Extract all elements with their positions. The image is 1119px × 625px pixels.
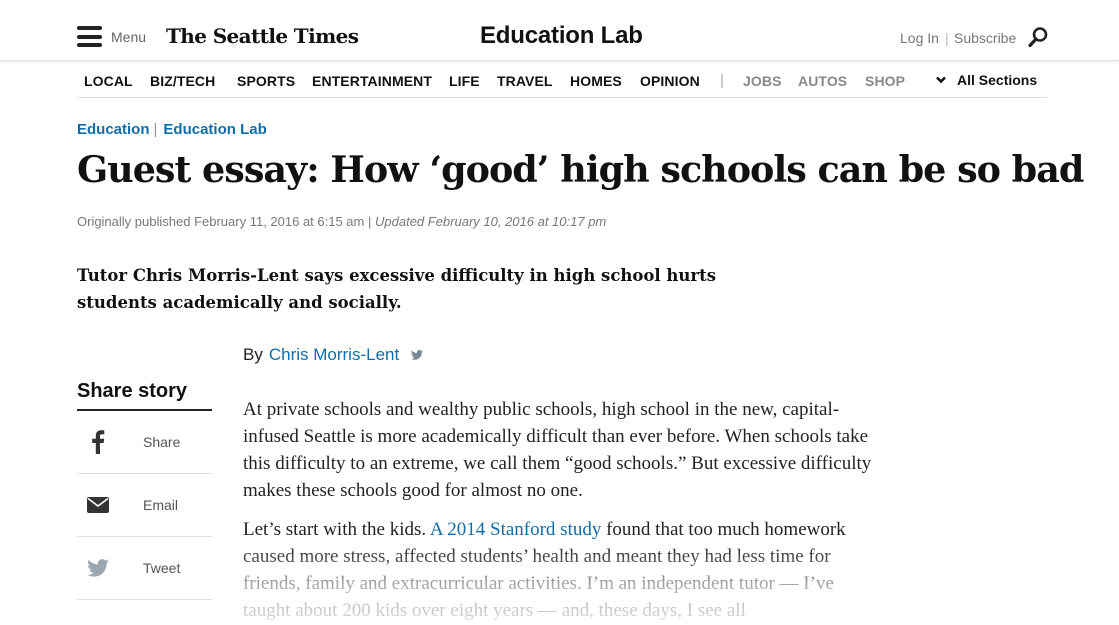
section-nav: LOCAL BIZ/TECH SPORTS ENTERTAINMENT LIFE…: [77, 62, 1047, 98]
updated-date: Updated February 10, 2016 at 10:17 pm: [375, 214, 607, 229]
seattle-times-logo[interactable]: The Seattle Times: [166, 24, 359, 48]
breadcrumb-education[interactable]: Education: [77, 121, 150, 138]
published-date: Originally published February 11, 2016 a…: [77, 214, 365, 229]
all-sections-label: All Sections: [957, 72, 1038, 88]
all-sections-button[interactable]: All Sections: [935, 72, 1037, 88]
share-twitter-label: Tweet: [143, 560, 181, 576]
menu-label: Menu: [111, 28, 147, 45]
share-facebook-label: Share: [143, 434, 181, 450]
nav-item-autos[interactable]: AUTOS: [798, 73, 847, 89]
byline-prefix: By: [243, 345, 263, 364]
nav-item-sports[interactable]: SPORTS: [237, 73, 295, 89]
byline: By Chris Morris-Lent: [243, 345, 424, 365]
subscribe-link[interactable]: Subscribe: [954, 30, 1016, 46]
share-story-heading: Share story: [77, 380, 212, 411]
share-twitter-button[interactable]: Tweet: [77, 537, 212, 600]
nav-item-jobs[interactable]: JOBS: [743, 73, 782, 89]
header-separator: |: [945, 30, 949, 46]
article-dek: Tutor Chris Morris-Lent says excessive d…: [77, 266, 717, 312]
search-icon[interactable]: [1027, 26, 1049, 48]
share-facebook-button[interactable]: Share: [77, 411, 212, 474]
nav-item-local[interactable]: LOCAL: [84, 73, 133, 89]
author-twitter-icon[interactable]: [411, 350, 424, 360]
site-header: Menu The Seattle Times Education Lab Log…: [0, 0, 1119, 61]
nav-item-life[interactable]: LIFE: [449, 73, 480, 89]
nav-separator: |: [720, 72, 724, 89]
nav-item-shop[interactable]: SHOP: [865, 73, 905, 89]
article-paragraph-1: At private schools and wealthy public sc…: [243, 399, 872, 501]
facebook-icon: [77, 430, 119, 454]
article-paragraph-2: Let’s start with the kids. A 2014 Stanfo…: [243, 519, 846, 621]
menu-button[interactable]: Menu: [77, 26, 146, 47]
author-link[interactable]: Chris Morris-Lent: [269, 345, 399, 365]
nav-item-biztech[interactable]: BIZ/TECH: [150, 73, 215, 89]
share-email-button[interactable]: Email: [77, 474, 212, 537]
article-dateline: Originally published February 11, 2016 a…: [77, 214, 607, 229]
email-icon: [77, 497, 119, 513]
hamburger-icon: [77, 26, 102, 47]
twitter-icon: [77, 559, 119, 577]
nav-item-entertainment[interactable]: ENTERTAINMENT: [312, 73, 432, 89]
article-headline: Guest essay: How ‘good’ high schools can…: [77, 148, 1084, 191]
share-email-label: Email: [143, 497, 179, 513]
stanford-study-link[interactable]: A 2014 Stanford study: [430, 519, 602, 540]
section-title[interactable]: Education Lab: [480, 22, 643, 50]
nav-item-travel[interactable]: TRAVEL: [497, 73, 553, 89]
breadcrumb-education-lab[interactable]: Education Lab: [163, 121, 266, 138]
nav-item-homes[interactable]: HOMES: [570, 73, 622, 89]
chevron-down-icon: [936, 76, 946, 84]
nav-item-opinion[interactable]: OPINION: [640, 73, 700, 89]
breadcrumb: Education | Education Lab: [77, 121, 267, 138]
login-link[interactable]: Log In: [900, 30, 939, 46]
